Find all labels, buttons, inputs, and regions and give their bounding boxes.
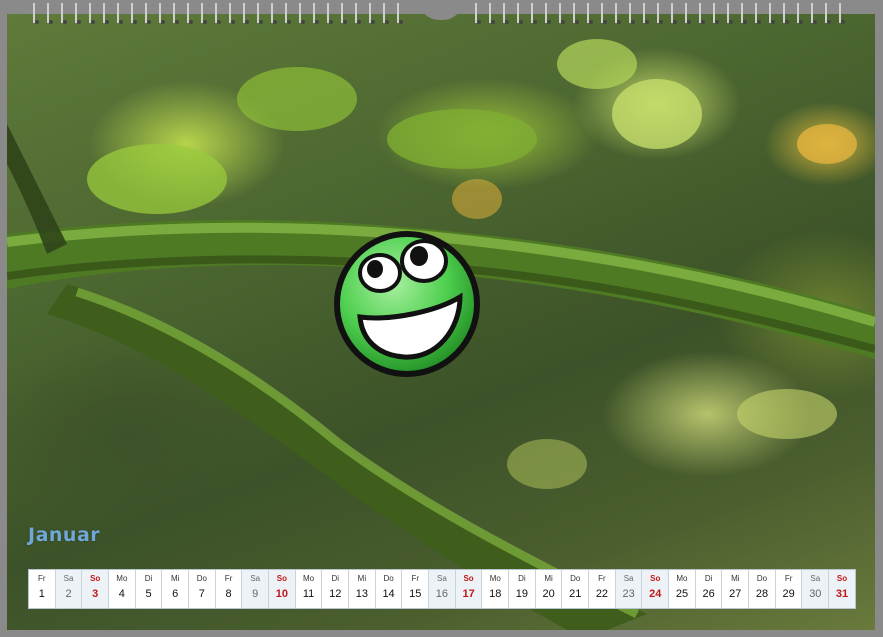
day-number: 12: [329, 588, 342, 600]
day-cell: Fr 8: [216, 570, 243, 608]
day-number: 10: [275, 588, 288, 600]
weekday-label: Do: [196, 574, 207, 583]
day-cell: So 17: [455, 570, 483, 608]
day-number: 5: [145, 588, 152, 600]
weekday-label: So: [650, 574, 661, 583]
weekday-label: Mi: [357, 574, 367, 583]
weekday-label: Fr: [598, 574, 606, 583]
day-cell: Fr 29: [776, 570, 803, 608]
weekday-label: Mi: [731, 574, 740, 583]
day-cell: Mo 25: [669, 570, 696, 608]
day-number: 14: [382, 588, 395, 600]
day-cell: Di 12: [322, 570, 350, 608]
day-number: 26: [702, 588, 715, 600]
day-number: 13: [355, 588, 369, 600]
day-number: 6: [172, 588, 179, 600]
weekday-label: Di: [331, 574, 339, 583]
day-number: 15: [409, 588, 422, 600]
weekday-label: Fr: [224, 574, 233, 583]
day-cell: So 10: [269, 570, 296, 608]
weekday-label: Sa: [810, 574, 821, 583]
day-number: 28: [755, 588, 769, 600]
weekday-label: Mo: [676, 574, 688, 583]
day-number: 8: [225, 588, 232, 600]
day-number: 21: [569, 588, 582, 600]
day-number: 30: [809, 588, 822, 600]
weekday-label: Fr: [38, 574, 46, 583]
weekday-label: Do: [756, 574, 768, 583]
day-cell: Fr 15: [402, 570, 430, 608]
month-title: Januar: [28, 524, 101, 546]
weekday-label: Mi: [544, 574, 553, 583]
day-strip: Fr 1 Sa 2 So 3 Mo 4 Di 5 Mi 6 Do 7 Fr 8 Sa 9 So 10 Mo 11 Di 12 M…: [28, 569, 856, 609]
day-cell: So 3: [82, 570, 110, 608]
day-number: 16: [435, 588, 449, 600]
day-cell: Di 19: [509, 570, 536, 608]
day-number: 11: [302, 588, 315, 600]
day-cell: Sa 16: [429, 570, 456, 608]
weekday-label: Do: [383, 574, 394, 583]
weekday-label: So: [276, 574, 287, 583]
day-number: 4: [118, 588, 125, 600]
day-number: 3: [92, 588, 99, 600]
day-number: 29: [782, 588, 795, 600]
weekday-label: So: [836, 574, 848, 583]
weekday-label: Mo: [302, 574, 315, 583]
weekday-label: Do: [570, 574, 581, 583]
weekday-label: Sa: [63, 574, 74, 583]
day-cell: Mi 6: [162, 570, 190, 608]
day-cell: Do 28: [749, 570, 776, 608]
weekday-label: Di: [704, 574, 713, 583]
day-cell: So 31: [829, 570, 855, 608]
day-cell: Di 5: [136, 570, 163, 608]
day-number: 1: [38, 588, 45, 600]
day-cell: Mi 20: [536, 570, 563, 608]
weekday-label: Sa: [623, 574, 634, 583]
day-number: 31: [835, 588, 849, 600]
day-cell: Sa 2: [55, 570, 83, 608]
day-number: 24: [649, 588, 662, 600]
day-cell: Sa 23: [615, 570, 643, 608]
weekday-label: Mi: [170, 574, 180, 583]
weekday-label: Sa: [250, 574, 261, 583]
day-number: 17: [462, 588, 475, 600]
day-number: 18: [489, 588, 502, 600]
day-cell: Do 7: [189, 570, 216, 608]
weekday-label: Fr: [784, 574, 793, 583]
day-cell: So 24: [642, 570, 670, 608]
day-cell: Di 26: [696, 570, 723, 608]
day-cell: Do 14: [376, 570, 403, 608]
day-cell: Fr 22: [589, 570, 616, 608]
day-cell: Sa 9: [242, 570, 270, 608]
day-number: 7: [198, 588, 205, 600]
day-cell: Fr 1: [29, 570, 56, 608]
day-cell: Mo 4: [109, 570, 136, 608]
day-number: 25: [675, 588, 689, 600]
day-number: 23: [622, 588, 635, 600]
day-number: 22: [595, 588, 609, 600]
weekday-label: Fr: [411, 574, 420, 583]
day-cell: Sa 30: [802, 570, 830, 608]
weekday-label: So: [463, 574, 474, 583]
weekday-label: Sa: [437, 574, 447, 583]
weekday-label: So: [90, 574, 101, 583]
weekday-label: Mo: [116, 574, 128, 583]
day-number: 9: [252, 588, 259, 600]
weekday-label: Di: [144, 574, 153, 583]
day-cell: Mi 27: [722, 570, 750, 608]
day-number: 2: [65, 588, 72, 600]
day-cell: Do 21: [562, 570, 590, 608]
day-number: 20: [542, 588, 555, 600]
day-number: 19: [515, 588, 529, 600]
day-cell: Mo 18: [482, 570, 510, 608]
day-number: 27: [729, 588, 742, 600]
day-cell: Mo 11: [296, 570, 323, 608]
weekday-label: Di: [518, 574, 526, 583]
grinning-smiley-icon: [334, 231, 480, 377]
day-cell: Mi 13: [349, 570, 376, 608]
weekday-label: Mo: [489, 574, 501, 583]
